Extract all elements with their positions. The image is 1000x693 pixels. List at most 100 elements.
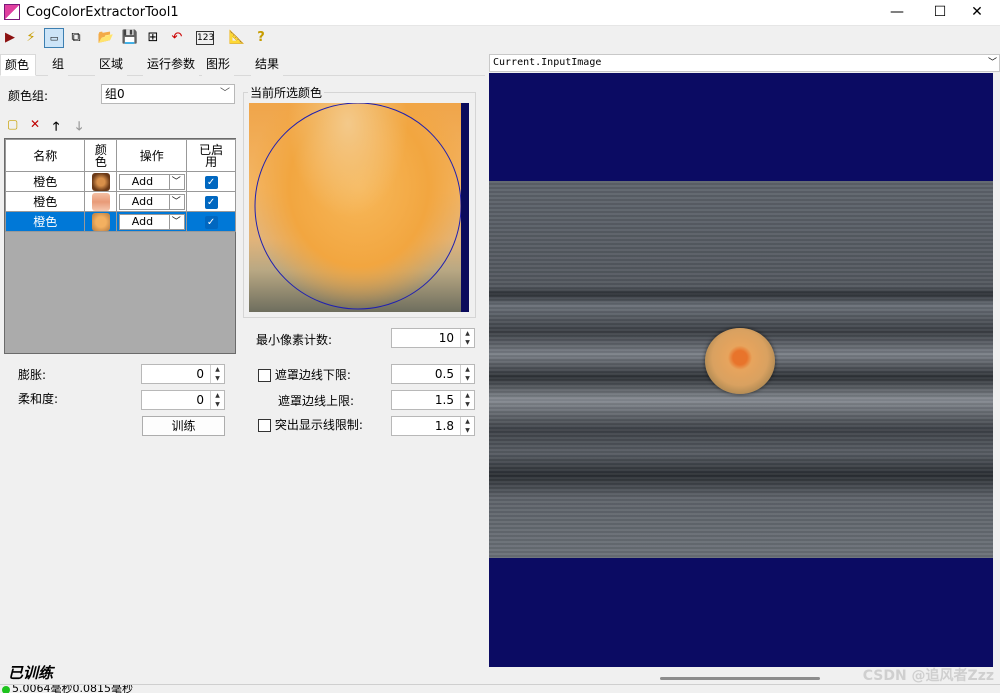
color-preview	[249, 103, 469, 312]
toolbar: ▶ ⚡ ▭ ⧉ 📂 💾 ⊞ ↶ 123 📐 ?	[0, 26, 1000, 50]
table-row[interactable]: 橙色 Add ﹀ ✓	[4, 211, 236, 232]
spin-arrows-icon[interactable]: ▲ ▼	[460, 417, 474, 435]
header-enabled: 已启 用	[186, 139, 236, 172]
color-grid: 名称 颜 色 操作 已启 用 橙色 Add ﹀ ✓ 橙色 Add ﹀ ✓ 橙色 Ad…	[4, 138, 236, 354]
preview-edge	[461, 103, 469, 312]
row-color	[84, 171, 118, 192]
train-button[interactable]: 训练	[142, 416, 225, 436]
min-pixel-label: 最小像素计数:	[256, 333, 333, 347]
image-selector[interactable]: Current.InputImage ﹀	[489, 54, 1000, 72]
chevron-down-icon: ﹀	[168, 174, 183, 189]
checkbox-unchecked-icon[interactable]	[258, 369, 271, 382]
title-bar: CogColorExtractorTool1 — ☐ ✕	[0, 0, 1000, 26]
save-icon[interactable]: 💾	[120, 28, 140, 48]
chevron-down-icon: ﹀	[220, 88, 230, 99]
highlight-limit-input[interactable]: 1.8 ▲ ▼	[391, 416, 475, 436]
image-display[interactable]	[489, 73, 993, 667]
tab-results[interactable]: 结果	[251, 54, 284, 76]
flash-icon[interactable]: ⚡	[21, 28, 41, 48]
color-swatch	[91, 192, 110, 211]
mask-lower-input[interactable]: 0.5 ▲ ▼	[391, 364, 475, 384]
header-color: 颜 色	[84, 139, 118, 172]
color-swatch	[91, 212, 110, 231]
color-group-select[interactable]: 组0 ﹀	[101, 84, 235, 104]
copy-icon[interactable]: ⧉	[66, 28, 86, 48]
softness-label: 柔和度:	[18, 392, 59, 406]
spin-arrows-icon[interactable]: ▲ ▼	[460, 329, 474, 347]
mask-lower-label: 遮罩边线下限:	[274, 368, 351, 382]
status-ok-icon	[2, 686, 10, 693]
close-button[interactable]: ✕	[954, 0, 1000, 26]
highlight-limit-label: 突出显示线限制:	[274, 418, 363, 432]
header-operation: 操作	[116, 139, 188, 172]
table-row[interactable]: 橙色 Add ﹀ ✓	[4, 191, 236, 212]
min-pixel-input[interactable]: 10 ▲ ▼	[391, 328, 475, 348]
open-icon[interactable]: 📂	[96, 28, 116, 48]
checkbox-checked-icon[interactable]: ✓	[204, 196, 218, 209]
orange-target	[705, 328, 775, 394]
checkbox-checked-icon[interactable]: ✓	[204, 176, 218, 189]
chevron-down-icon: ﹀	[168, 194, 183, 209]
mask-upper-label: 遮罩边线上限:	[278, 394, 355, 408]
tab-group[interactable]: 组	[48, 54, 69, 76]
help-icon[interactable]: ?	[251, 28, 271, 48]
selection-circle	[254, 103, 462, 310]
row-name: 橙色	[4, 211, 86, 232]
softness-input[interactable]: 0 ▲ ▼	[141, 390, 225, 410]
dilate-label: 膨胀:	[18, 368, 47, 382]
row-operation[interactable]: Add ﹀	[116, 171, 188, 192]
row-enabled[interactable]: ✓	[186, 191, 236, 212]
app-icon	[4, 4, 20, 20]
tab-graphics[interactable]: 图形	[202, 54, 235, 76]
mask-lower-row[interactable]: 遮罩边线下限:	[258, 366, 351, 383]
row-name: 橙色	[4, 171, 86, 192]
spin-arrows-icon[interactable]: ▲ ▼	[210, 365, 224, 383]
status-bar: 5.0064毫秒0.0815毫秒	[0, 684, 1000, 693]
tab-strip: 颜色 组 区域 运行参数 图形 结果	[0, 54, 485, 76]
table-row[interactable]: 橙色 Add ﹀ ✓	[4, 171, 236, 192]
dilate-input[interactable]: 0 ▲ ▼	[141, 364, 225, 384]
window-title: CogColorExtractorTool1	[26, 5, 179, 20]
ruler-icon[interactable]: 📐	[227, 28, 247, 48]
inspection-image	[489, 181, 993, 558]
row-enabled[interactable]: ✓	[186, 211, 236, 232]
number-icon[interactable]: 123	[196, 31, 214, 45]
row-operation[interactable]: Add ﹀	[116, 211, 188, 232]
spin-arrows-icon[interactable]: ▲ ▼	[210, 391, 224, 409]
color-group-label: 颜色组:	[8, 89, 49, 103]
row-enabled[interactable]: ✓	[186, 171, 236, 192]
spin-arrows-icon[interactable]: ▲ ▼	[460, 391, 474, 409]
run-icon[interactable]: ▶	[0, 28, 20, 48]
watermark: CSDN @追风者Zzz	[862, 668, 994, 684]
chevron-down-icon: ﹀	[987, 58, 997, 68]
color-swatch	[91, 172, 110, 191]
tab-region[interactable]: 区域	[95, 54, 128, 76]
timing-text: 5.0064毫秒0.0815毫秒	[12, 684, 133, 693]
row-color	[84, 211, 118, 232]
new-icon[interactable]: ▢	[7, 117, 18, 133]
spin-arrows-icon[interactable]: ▲ ▼	[460, 365, 474, 383]
image-selector-value: Current.InputImage	[493, 57, 602, 68]
highlight-limit-row[interactable]: 突出显示线限制:	[258, 416, 363, 433]
delete-icon[interactable]: ✕	[30, 117, 40, 133]
chevron-down-icon: ﹀	[168, 214, 183, 229]
header-name: 名称	[4, 139, 86, 172]
row-name: 橙色	[4, 191, 86, 212]
tab-run-params[interactable]: 运行参数	[143, 54, 200, 76]
minimize-button[interactable]: —	[874, 0, 920, 26]
image-view-icon[interactable]: ▭	[44, 28, 64, 48]
row-color	[84, 191, 118, 212]
reset-icon[interactable]: ↶	[167, 28, 187, 48]
grid-header: 名称 颜 色 操作 已启 用	[4, 139, 236, 172]
move-up-icon[interactable]: 🡑	[53, 117, 59, 133]
horizontal-scrollbar[interactable]	[660, 677, 820, 680]
trained-status: 已训练	[8, 664, 54, 682]
preview-title: 当前所选颜色	[248, 84, 325, 101]
tab-color[interactable]: 颜色	[0, 54, 36, 76]
checkbox-unchecked-icon[interactable]	[258, 419, 271, 432]
move-down-icon[interactable]: 🡓	[76, 117, 82, 133]
mask-upper-input[interactable]: 1.5 ▲ ▼	[391, 390, 475, 410]
row-operation[interactable]: Add ﹀	[116, 191, 188, 212]
network-icon[interactable]: ⊞	[143, 28, 163, 48]
checkbox-checked-icon[interactable]: ✓	[204, 216, 218, 229]
